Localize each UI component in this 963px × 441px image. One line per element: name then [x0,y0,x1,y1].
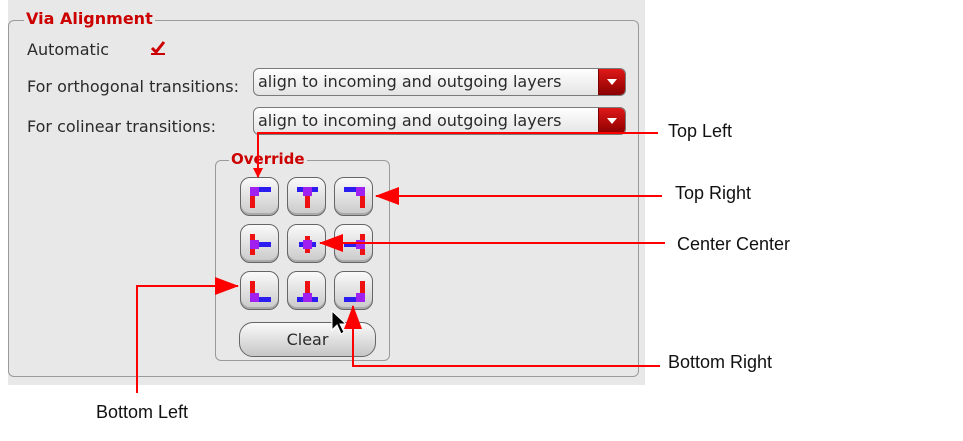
arrow-bottom-right [344,305,660,367]
callout-top-right: Top Right [675,183,752,203]
callout-bottom-left: Bottom Left [96,402,189,422]
callout-center-center: Center Center [677,234,791,254]
arrow-top-left [253,132,658,178]
callout-bottom-right: Bottom Right [668,352,773,372]
callout-top-left: Top Left [668,121,733,141]
arrow-bottom-left [136,277,239,393]
annotation-arrows [136,132,665,393]
